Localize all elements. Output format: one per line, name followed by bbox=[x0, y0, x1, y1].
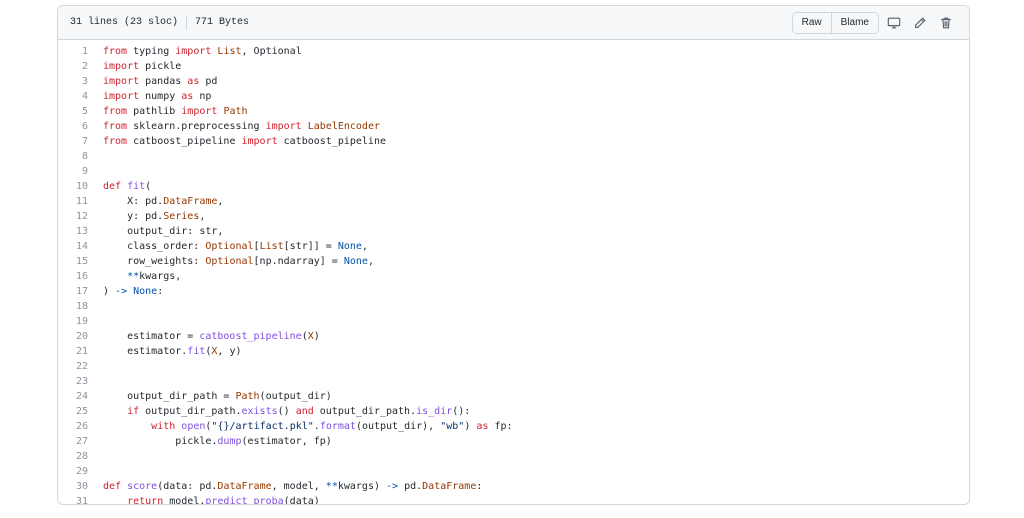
code-line: 24 output_dir_path = Path(output_dir) bbox=[58, 389, 969, 404]
line-code: return model.predict_proba(data) bbox=[127, 496, 320, 505]
line-number[interactable]: 4 bbox=[58, 89, 103, 104]
code-line: 25 if output_dir_path.exists() and outpu… bbox=[58, 404, 969, 419]
line-number[interactable]: 29 bbox=[58, 464, 103, 479]
code-line: 10 def fit( bbox=[58, 179, 969, 194]
code-line: 28 bbox=[58, 449, 969, 464]
file-viewer: 31 lines (23 sloc) 771 Bytes Raw Blame 1… bbox=[57, 5, 970, 505]
line-code: if output_dir_path.exists() and output_d… bbox=[127, 406, 471, 417]
line-number[interactable]: 16 bbox=[58, 269, 103, 284]
divider bbox=[186, 15, 188, 30]
line-number[interactable]: 1 bbox=[58, 44, 103, 59]
line-code: estimator = catboost_pipeline(X) bbox=[103, 331, 320, 342]
code-line: 8 bbox=[58, 149, 969, 164]
line-code: **kwargs, bbox=[127, 271, 182, 282]
line-number[interactable]: 22 bbox=[58, 359, 103, 374]
blame-button[interactable]: Blame bbox=[830, 12, 878, 33]
lines-info: 31 lines (23 sloc) bbox=[70, 17, 179, 28]
code-line: 21 estimator.fit(X, y) bbox=[58, 344, 969, 359]
pencil-icon[interactable] bbox=[909, 12, 931, 34]
line-code: X: pd.DataFrame, bbox=[103, 196, 224, 207]
code-line: 15 row_weights: Optional[np.ndarray] = N… bbox=[58, 254, 969, 269]
desktop-icon[interactable] bbox=[883, 12, 905, 34]
line-number[interactable]: 21 bbox=[58, 344, 103, 359]
code-line: 7 from catboost_pipeline import catboost_… bbox=[58, 134, 969, 149]
line-number[interactable]: 8 bbox=[58, 149, 103, 164]
line-number[interactable]: 5 bbox=[58, 104, 103, 119]
line-code: pickle.dump(estimator, fp) bbox=[103, 436, 332, 447]
line-number[interactable]: 10 bbox=[58, 179, 103, 194]
line-code: from typing import List, Optional bbox=[103, 46, 302, 57]
code-line: 6 from sklearn.preprocessing import Label… bbox=[58, 119, 969, 134]
line-number[interactable]: 12 bbox=[58, 209, 103, 224]
code-body: 1 from typing import List, Optional 2 impor… bbox=[58, 40, 969, 505]
line-code: y: pd.Series, bbox=[103, 211, 206, 222]
line-number[interactable]: 28 bbox=[58, 449, 103, 464]
code-line: 19 bbox=[58, 314, 969, 329]
code-line: 11 X: pd.DataFrame, bbox=[58, 194, 969, 209]
file-info: 31 lines (23 sloc) 771 Bytes bbox=[70, 15, 250, 30]
line-code: import pandas as pd bbox=[103, 76, 218, 87]
code-line: 14 class_order: Optional[List[str]] = No… bbox=[58, 239, 969, 254]
trash-icon[interactable] bbox=[935, 12, 957, 34]
code-line: 22 bbox=[58, 359, 969, 374]
code-line: 26 with open("{}/artifact.pkl".format(ou… bbox=[58, 419, 969, 434]
line-code: output_dir: str, bbox=[103, 226, 224, 237]
raw-blame-group: Raw Blame bbox=[791, 11, 879, 34]
line-number[interactable]: 31 bbox=[58, 494, 103, 504]
line-code: def fit( bbox=[103, 181, 152, 192]
line-code: import pickle bbox=[103, 61, 182, 72]
line-code: def score(data: pd.DataFrame, model, **k… bbox=[103, 481, 483, 492]
raw-button[interactable]: Raw bbox=[792, 12, 831, 33]
code-line: 1 from typing import List, Optional bbox=[58, 44, 969, 59]
line-code: row_weights: Optional[np.ndarray] = None… bbox=[103, 256, 374, 267]
line-number[interactable]: 18 bbox=[58, 299, 103, 314]
code-line: 13 output_dir: str, bbox=[58, 224, 969, 239]
code-line: 9 bbox=[58, 164, 969, 179]
line-number[interactable]: 15 bbox=[58, 254, 103, 269]
line-number[interactable]: 20 bbox=[58, 329, 103, 344]
line-code: from sklearn.preprocessing import LabelE… bbox=[103, 121, 380, 132]
line-code: from catboost_pipeline import catboost_p… bbox=[103, 136, 386, 147]
line-number[interactable]: 9 bbox=[58, 164, 103, 179]
line-number[interactable]: 26 bbox=[58, 419, 103, 434]
line-number[interactable]: 19 bbox=[58, 314, 103, 329]
code-line: 17) -> None: bbox=[58, 284, 969, 299]
line-code: with open("{}/artifact.pkl".format(outpu… bbox=[151, 421, 513, 432]
line-number[interactable]: 3 bbox=[58, 74, 103, 89]
code-line: 23 bbox=[58, 374, 969, 389]
line-number[interactable]: 7 bbox=[58, 134, 103, 149]
line-number[interactable]: 6 bbox=[58, 119, 103, 134]
code-line: 12 y: pd.Series, bbox=[58, 209, 969, 224]
code-line: 29 bbox=[58, 464, 969, 479]
line-number[interactable]: 17 bbox=[58, 284, 103, 299]
line-number[interactable]: 2 bbox=[58, 59, 103, 74]
code-line: 4 import numpy as np bbox=[58, 89, 969, 104]
line-number[interactable]: 24 bbox=[58, 389, 103, 404]
line-number[interactable]: 25 bbox=[58, 404, 103, 419]
code-line: 16 **kwargs, bbox=[58, 269, 969, 284]
code-line: 3 import pandas as pd bbox=[58, 74, 969, 89]
code-line: 30 def score(data: pd.DataFrame, model, *… bbox=[58, 479, 969, 494]
line-code: estimator.fit(X, y) bbox=[103, 346, 242, 357]
line-number[interactable]: 30 bbox=[58, 479, 103, 494]
line-number[interactable]: 14 bbox=[58, 239, 103, 254]
file-header: 31 lines (23 sloc) 771 Bytes Raw Blame bbox=[58, 6, 969, 40]
line-code: ) -> None: bbox=[103, 286, 164, 297]
line-number[interactable]: 27 bbox=[58, 434, 103, 449]
line-code: import numpy as np bbox=[103, 91, 212, 102]
line-number[interactable]: 13 bbox=[58, 224, 103, 239]
line-number[interactable]: 11 bbox=[58, 194, 103, 209]
code-line: 31 return model.predict_proba(data) bbox=[58, 494, 969, 505]
code-line: 20 estimator = catboost_pipeline(X) bbox=[58, 329, 969, 344]
size-info: 771 Bytes bbox=[195, 17, 250, 28]
line-code: from pathlib import Path bbox=[103, 106, 248, 117]
line-code: output_dir_path = Path(output_dir) bbox=[103, 391, 332, 402]
code-line: 2 import pickle bbox=[58, 59, 969, 74]
line-number[interactable]: 23 bbox=[58, 374, 103, 389]
code-line: 5 from pathlib import Path bbox=[58, 104, 969, 119]
code-line: 27 pickle.dump(estimator, fp) bbox=[58, 434, 969, 449]
file-actions: Raw Blame bbox=[791, 11, 957, 34]
code-line: 18 bbox=[58, 299, 969, 314]
line-code: class_order: Optional[List[str]] = None, bbox=[103, 241, 368, 252]
